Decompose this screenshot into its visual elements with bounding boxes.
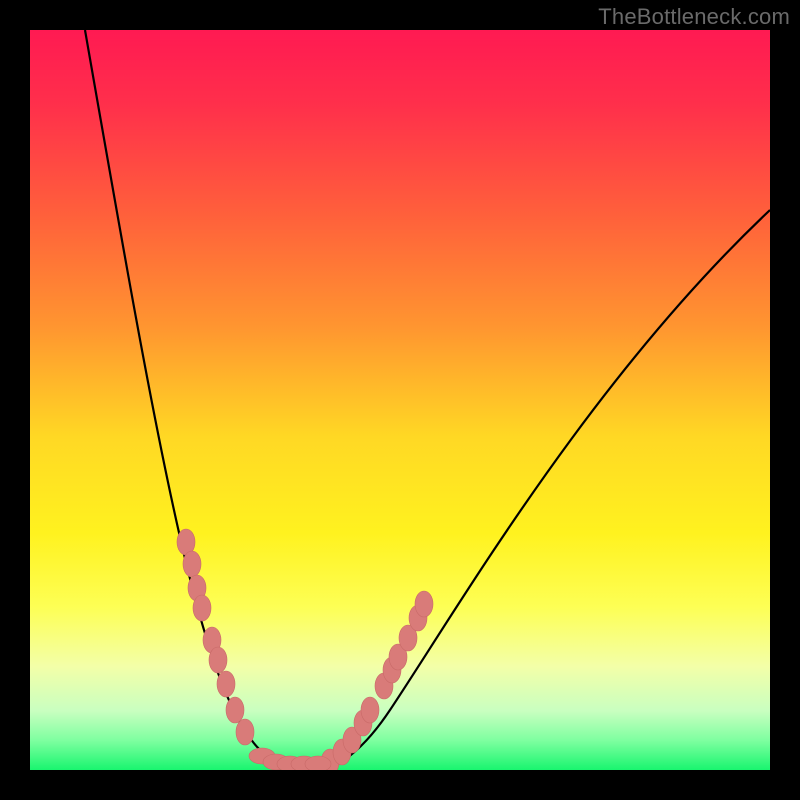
data-marker [236,719,254,745]
watermark-text: TheBottleneck.com [598,4,790,30]
data-marker [193,595,211,621]
data-marker [415,591,433,617]
data-marker [361,697,379,723]
markers-right [321,591,433,770]
bottleneck-curve [85,30,770,770]
markers-bottom [249,748,331,770]
outer-frame: TheBottleneck.com [0,0,800,800]
plot-area [30,30,770,770]
data-marker [217,671,235,697]
data-marker [226,697,244,723]
data-marker [209,647,227,673]
data-marker [305,756,331,770]
data-marker [183,551,201,577]
chart-overlay [30,30,770,770]
markers-left [177,529,254,745]
